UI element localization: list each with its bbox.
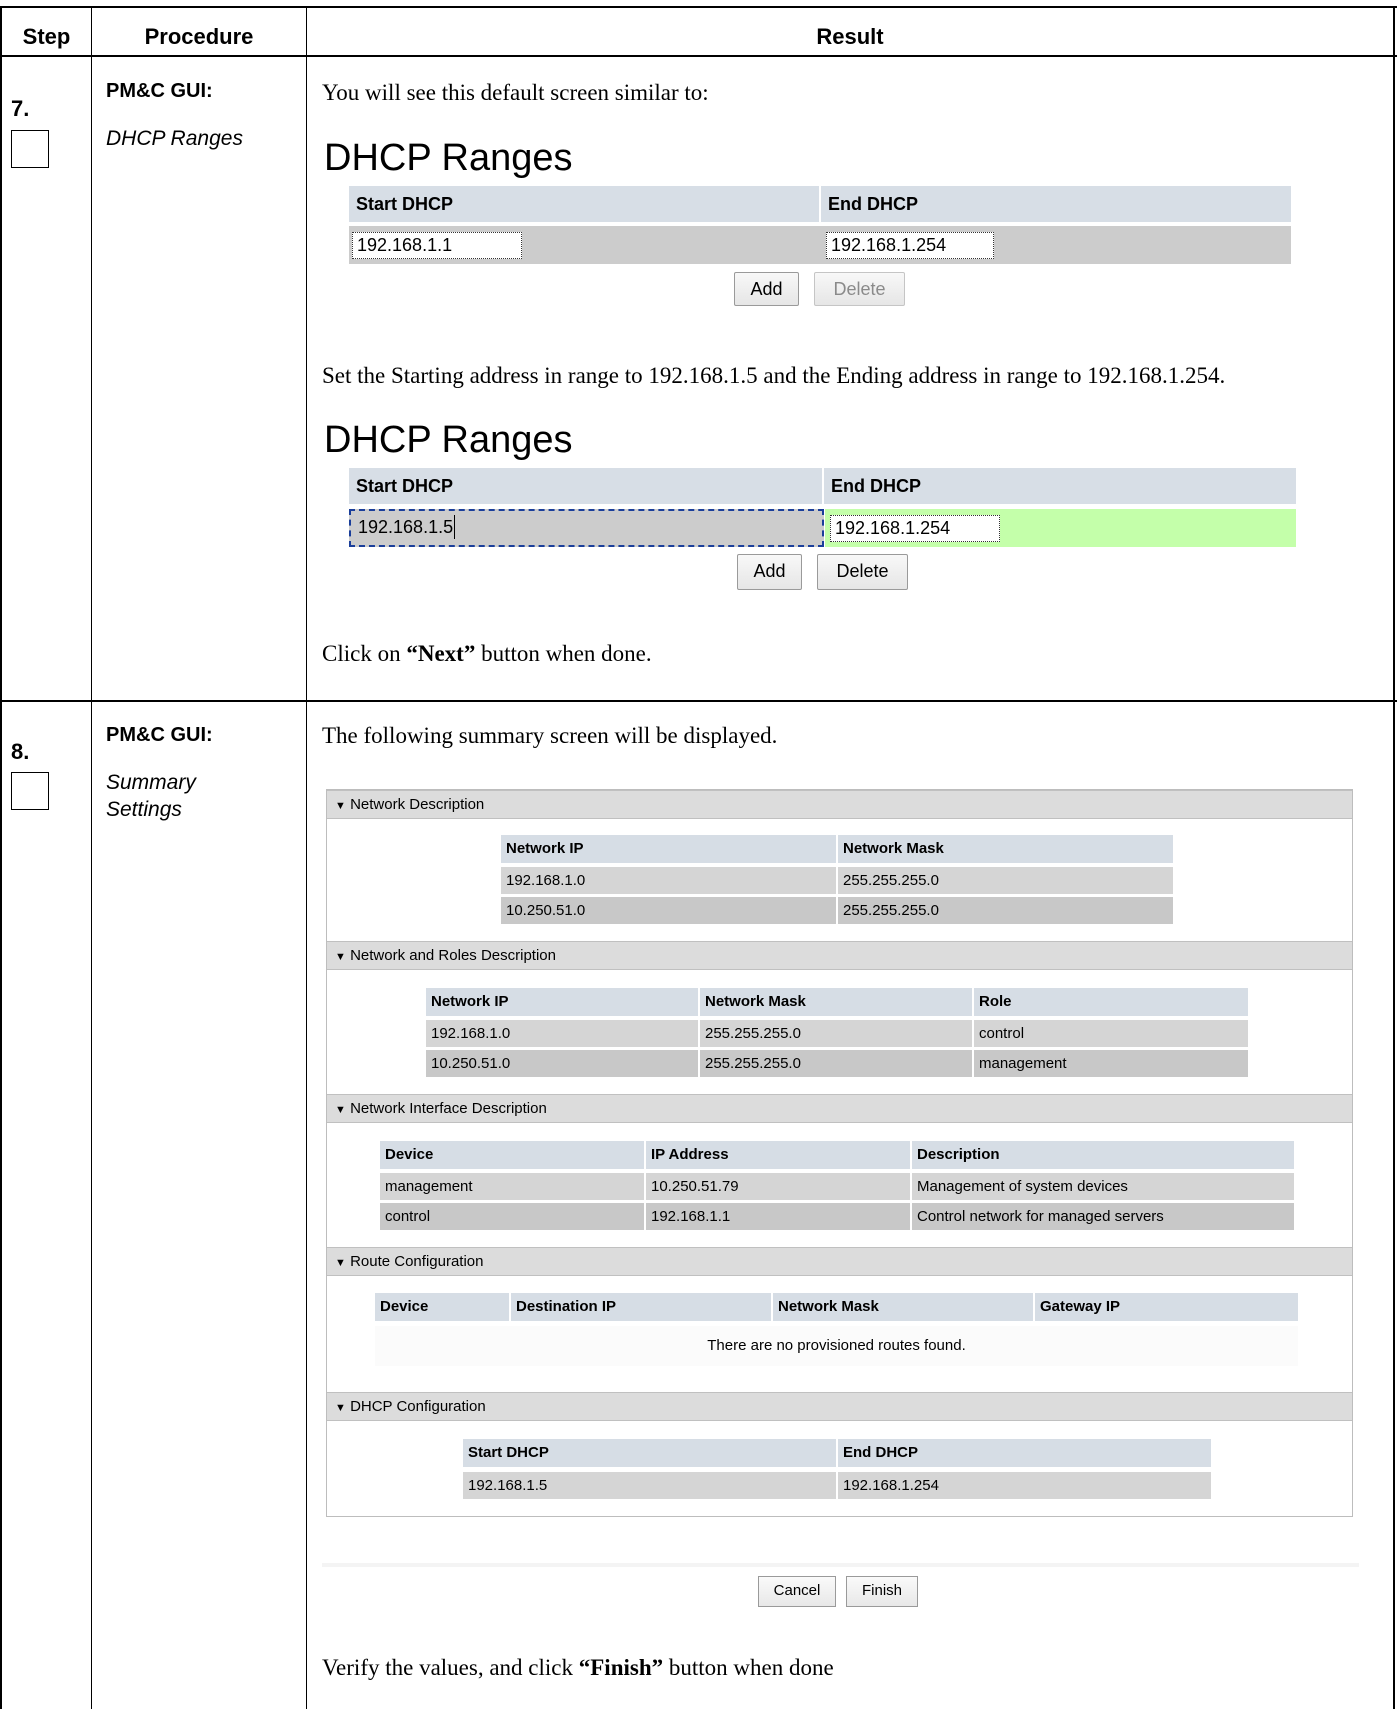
dhcp-config-label: DHCP Configuration [350,1398,486,1415]
summary-button-bar [322,1563,1359,1567]
dc-row1-start: 192.168.1.5 [463,1472,836,1499]
table-border-header-bottom [0,55,1397,57]
nr-header-role: Role [974,988,1248,1016]
dc-header-start: Start DHCP [463,1439,836,1467]
network-description-label: Network Description [350,796,485,813]
step-7-procedure-title: PM&C GUI: [106,80,213,102]
network-description-heading[interactable]: ▼ Network Description [327,790,1352,819]
nr-row2-mask: 255.255.255.0 [700,1050,972,1077]
step-8-intro: The following summary screen will be dis… [322,723,778,748]
start-dhcp-header-1: Start DHCP [349,186,819,222]
step-7-intro: You will see this default screen similar… [322,80,709,105]
dhcp-ranges-title-1: DHCP Ranges [324,137,573,179]
step-8-procedure-subtitle-1: Summary [106,771,196,794]
ni-row2-device: control [380,1203,644,1230]
route-config-label: Route Configuration [350,1253,484,1270]
route-config-heading[interactable]: ▼ Route Configuration [327,1247,1352,1276]
finish-label: “Finish” [578,1655,664,1680]
ni-row2-ip: 192.168.1.1 [646,1203,910,1230]
dc-header-end: End DHCP [838,1439,1211,1467]
collapse-arrow-icon: ▼ [335,1104,346,1116]
add-button-2[interactable]: Add [737,554,802,590]
ni-row1-desc: Management of system devices [912,1173,1294,1200]
rc-header-mask: Network Mask [773,1293,1033,1321]
step-7-done-suffix: button when done. [475,641,652,666]
nd-row1-mask: 255.255.255.0 [838,867,1173,894]
finish-button[interactable]: Finish [846,1576,918,1607]
dhcp-config-heading[interactable]: ▼ DHCP Configuration [327,1392,1352,1421]
network-interface-heading[interactable]: ▼ Network Interface Description [327,1094,1352,1123]
collapse-arrow-icon: ▼ [335,951,346,963]
step-7-checkbox[interactable] [11,130,49,168]
nr-row1-mask: 255.255.255.0 [700,1020,972,1047]
start-dhcp-input-2[interactable]: 192.168.1.5 [358,515,456,539]
table-border-right [1393,6,1395,1709]
step-8-number: 8. [11,739,30,764]
nd-header-ip: Network IP [501,835,836,863]
nr-header-mask: Network Mask [700,988,972,1016]
table-border-col2 [306,6,307,1709]
table-border-col1 [91,6,92,1709]
network-roles-heading[interactable]: ▼ Network and Roles Description [327,941,1352,970]
rc-header-device: Device [375,1293,509,1321]
end-dhcp-input-2[interactable]: 192.168.1.254 [830,515,1000,542]
table-border-left [0,6,2,1709]
collapse-arrow-icon: ▼ [335,800,346,812]
collapse-arrow-icon: ▼ [335,1257,346,1269]
next-label: “Next” [406,641,476,666]
nr-row2-role: management [974,1050,1248,1077]
step-7-instruction: Set the Starting address in range to 192… [322,363,1226,388]
start-dhcp-input-1[interactable]: 192.168.1.1 [352,232,522,259]
nd-row2-mask: 255.255.255.0 [838,897,1173,924]
step-7-number: 7. [11,96,30,121]
cancel-button[interactable]: Cancel [758,1576,836,1607]
nd-row2-ip: 10.250.51.0 [501,897,836,924]
step-8-procedure-title: PM&C GUI: [106,724,213,746]
add-button-1[interactable]: Add [734,272,799,306]
delete-button-2[interactable]: Delete [817,554,908,590]
rc-header-dest: Destination IP [511,1293,771,1321]
step-8-verify-suffix: button when done [663,1655,834,1680]
step-8-procedure-subtitle-2: Settings [106,798,182,821]
header-result: Result [816,24,884,49]
ni-row2-desc: Control network for managed servers [912,1203,1294,1230]
step-8-verify-prefix: Verify the values, and click [322,1655,579,1680]
ni-row1-device: management [380,1173,644,1200]
nd-header-mask: Network Mask [838,835,1173,863]
header-procedure: Procedure [144,24,254,49]
ni-header-ip: IP Address [646,1141,910,1169]
step-7-done-prefix: Click on [322,641,407,666]
dc-row1-end: 192.168.1.254 [838,1472,1211,1499]
step-8-checkbox[interactable] [11,772,49,810]
end-dhcp-header-1: End DHCP [821,186,1291,222]
network-roles-label: Network and Roles Description [350,947,556,964]
header-step: Step [22,24,71,49]
network-interface-label: Network Interface Description [350,1100,547,1117]
end-dhcp-header-2: End DHCP [824,468,1296,504]
collapse-arrow-icon: ▼ [335,1402,346,1414]
table-border-top [0,6,1397,8]
nd-row1-ip: 192.168.1.0 [501,867,836,894]
delete-button-1[interactable]: Delete [814,272,905,306]
step-7-procedure-subtitle: DHCP Ranges [106,127,243,150]
end-dhcp-input-1[interactable]: 192.168.1.254 [826,232,994,259]
nr-row1-role: control [974,1020,1248,1047]
nr-row2-ip: 10.250.51.0 [426,1050,698,1077]
rc-empty-message: There are no provisioned routes found. [375,1326,1298,1366]
dhcp-ranges-title-2: DHCP Ranges [324,419,573,461]
ni-header-desc: Description [912,1141,1294,1169]
step-7-done-note: Click on “Next” button when done. [322,641,652,667]
rc-header-gateway: Gateway IP [1035,1293,1298,1321]
ni-header-device: Device [380,1141,644,1169]
nr-row1-ip: 192.168.1.0 [426,1020,698,1047]
table-border-row-divider [0,700,1397,702]
ni-row1-ip: 10.250.51.79 [646,1173,910,1200]
start-dhcp-header-2: Start DHCP [349,468,822,504]
nr-header-ip: Network IP [426,988,698,1016]
step-8-verify-note: Verify the values, and click “Finish” bu… [322,1655,834,1681]
